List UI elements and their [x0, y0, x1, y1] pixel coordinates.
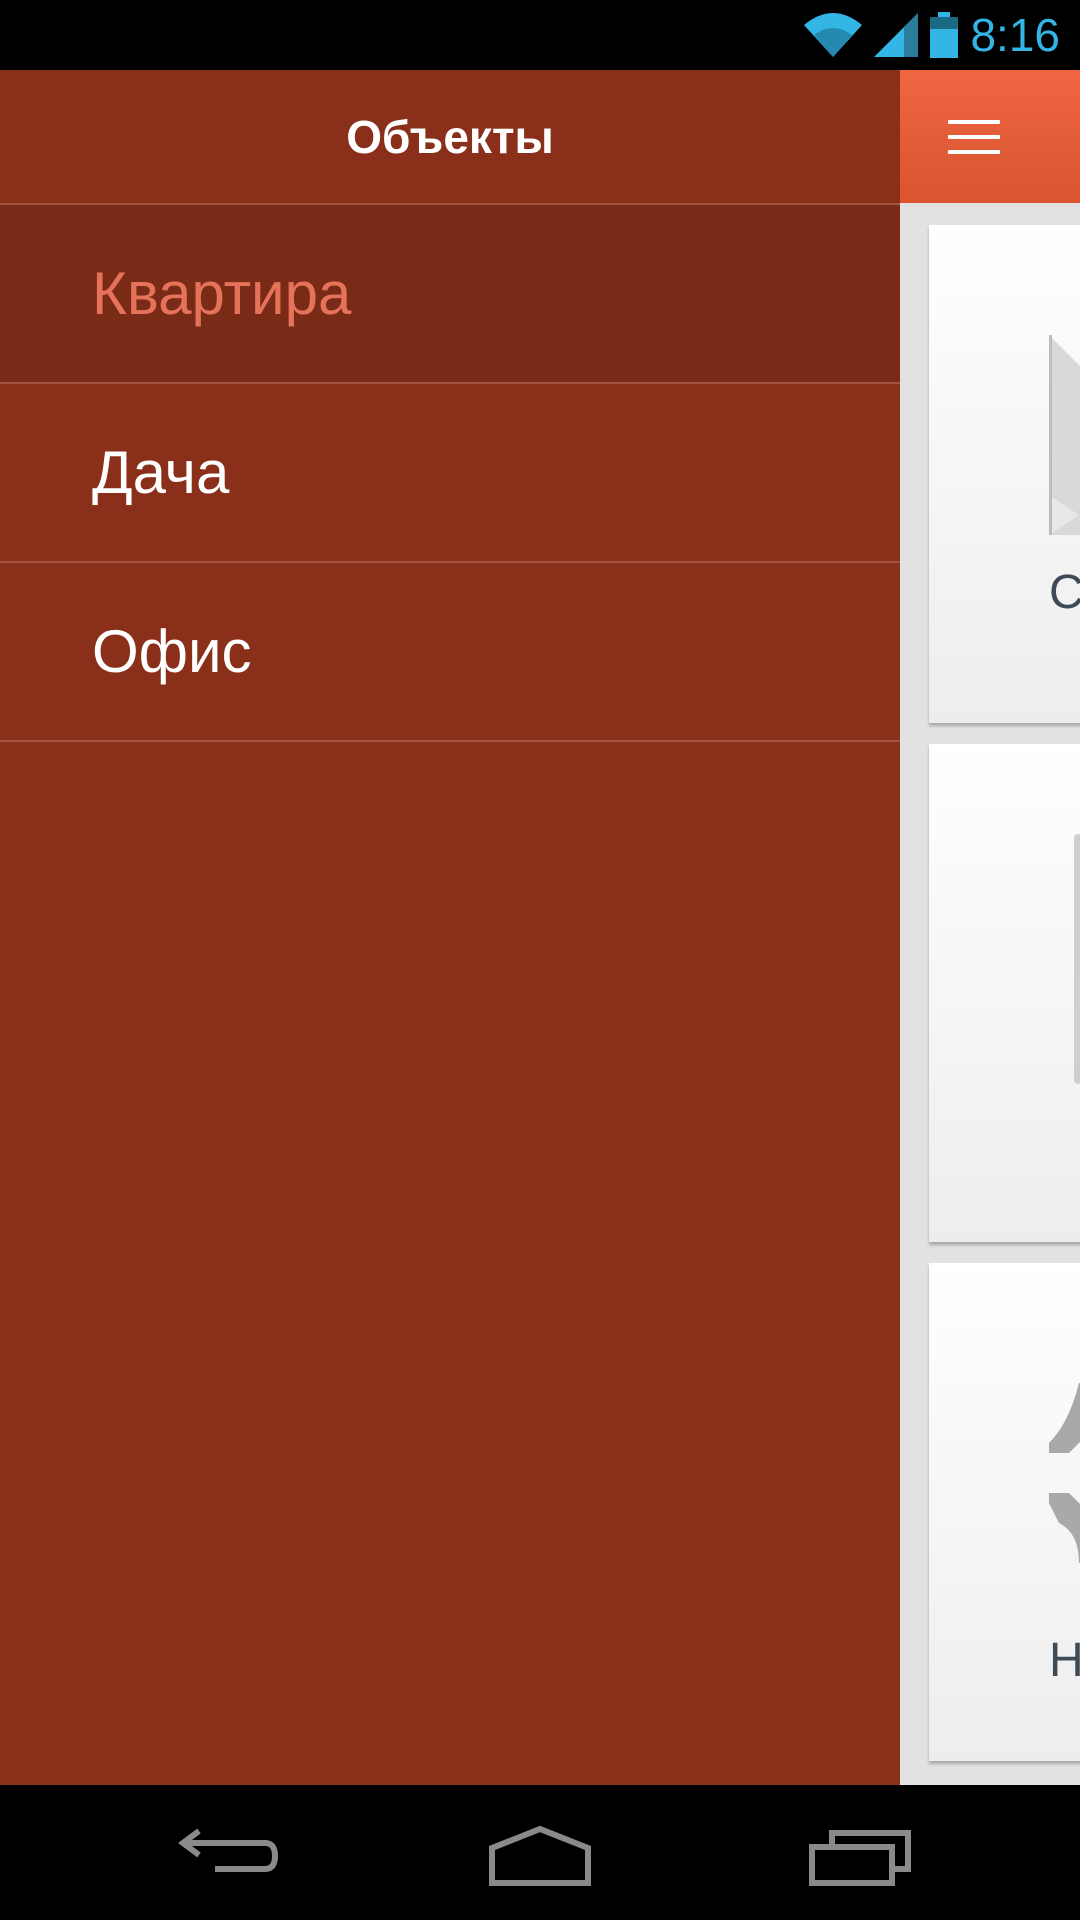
- main-content: С Н: [900, 70, 1080, 1785]
- envelope-icon: [1049, 335, 1080, 535]
- card-3[interactable]: Н: [929, 1263, 1080, 1761]
- drawer-item-label: Дача: [92, 439, 230, 506]
- recent-apps-icon[interactable]: [800, 1813, 920, 1893]
- card-label: С: [1049, 566, 1080, 619]
- card-1[interactable]: С: [929, 225, 1080, 723]
- status-icons: 8:16: [804, 10, 1060, 60]
- navigation-drawer: Объекты Квартира Дача Офис: [0, 70, 900, 1785]
- gear-icon: [1049, 1383, 1080, 1563]
- wifi-icon: [804, 13, 863, 57]
- drawer-title: Объекты: [346, 110, 554, 163]
- drawer-header: Объекты: [0, 70, 900, 205]
- drawer-item-dacha[interactable]: Дача: [0, 384, 900, 563]
- drawer-item-label: Офис: [92, 618, 252, 685]
- battery-icon: [930, 12, 959, 58]
- drawer-item-apartment[interactable]: Квартира: [0, 205, 900, 384]
- card-label: Н: [1049, 1634, 1080, 1687]
- back-icon[interactable]: [165, 1813, 285, 1893]
- drawer-item-label: Квартира: [92, 260, 352, 327]
- clock: 8:16: [970, 9, 1060, 61]
- navigation-bar: [0, 1785, 1080, 1920]
- home-icon[interactable]: [480, 1813, 600, 1893]
- action-bar: [900, 70, 1080, 203]
- status-bar: 8:16: [0, 0, 1080, 70]
- card-icon-edge: [1074, 834, 1080, 1084]
- card-2[interactable]: [929, 744, 1080, 1242]
- hamburger-menu-icon[interactable]: [948, 120, 1000, 156]
- drawer-item-office[interactable]: Офис: [0, 563, 900, 742]
- signal-icon: [874, 13, 919, 57]
